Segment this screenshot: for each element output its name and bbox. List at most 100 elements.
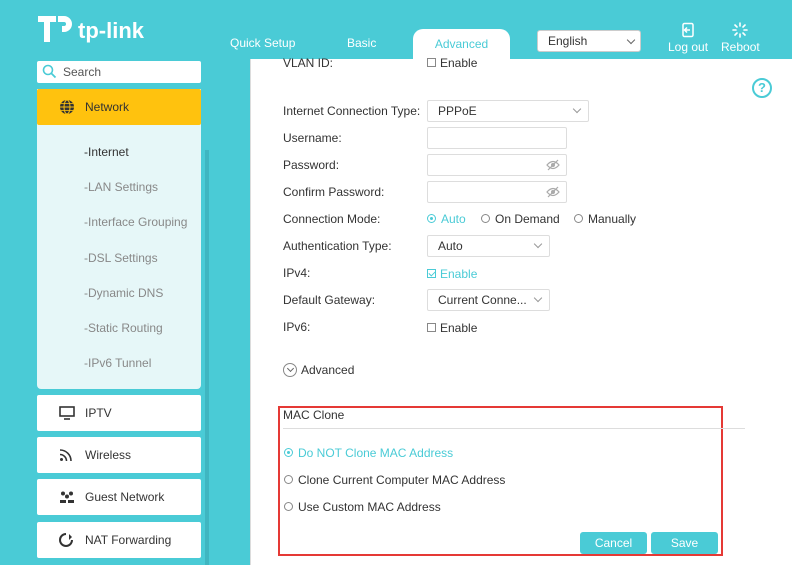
conn-type-select[interactable]: PPPoE — [427, 100, 589, 122]
gateway-value: Current Conne... — [438, 293, 527, 307]
tp-link-logo: tp-link — [36, 10, 146, 50]
conn-mode-on-demand-label: On Demand — [495, 212, 560, 226]
reboot-icon — [732, 22, 749, 38]
mac-no-clone-radio[interactable]: Do NOT Clone MAC Address — [284, 446, 453, 460]
sidebar-item-wireless[interactable]: Wireless — [37, 437, 201, 473]
ipv6-label: IPv6: — [283, 320, 311, 334]
advanced-toggle[interactable]: Advanced — [283, 362, 355, 378]
ipv6-enable-checkbox[interactable]: Enable — [427, 321, 477, 335]
search-icon — [42, 64, 57, 79]
radio-icon — [284, 475, 293, 485]
eye-off-icon[interactable] — [546, 159, 560, 171]
help-icon[interactable]: ? — [752, 78, 772, 98]
divider — [283, 428, 745, 429]
wifi-icon — [59, 449, 72, 462]
gateway-select[interactable]: Current Conne... — [427, 289, 550, 311]
checkbox-icon — [427, 58, 436, 68]
sidebar-item-network[interactable]: Network — [37, 89, 201, 125]
confirm-password-label: Confirm Password: — [283, 185, 385, 199]
logout-button[interactable]: Log out — [668, 22, 708, 54]
sidebar-item-label: Wireless — [85, 448, 132, 462]
sidebar-item-label: NAT Forwarding — [85, 533, 172, 547]
mac-clone-title: MAC Clone — [283, 408, 345, 422]
tab-quick-setup[interactable]: Quick Setup — [230, 36, 295, 50]
language-select[interactable]: English — [537, 30, 641, 52]
chevron-down-icon — [533, 239, 543, 249]
vlan-enable-checkbox[interactable]: Enable — [427, 56, 477, 70]
conn-mode-auto-radio[interactable]: Auto — [427, 212, 466, 226]
save-button[interactable]: Save — [651, 532, 718, 554]
search-input[interactable]: Search — [37, 61, 201, 83]
sidebar-item-nat-forwarding[interactable]: NAT Forwarding — [37, 522, 201, 558]
checkbox-icon — [427, 323, 436, 333]
conn-mode-auto-label: Auto — [441, 212, 466, 226]
mac-clone-current-radio[interactable]: Clone Current Computer MAC Address — [284, 473, 505, 487]
auth-type-select[interactable]: Auto — [427, 235, 550, 257]
conn-mode-manually-label: Manually — [588, 212, 637, 226]
help-band — [748, 59, 792, 565]
sidebar-sub-lan-settings[interactable]: -LAN Settings — [84, 180, 158, 194]
sidebar-sub-dsl-settings[interactable]: -DSL Settings — [84, 251, 158, 265]
ipv4-enable-checkbox[interactable]: Enable — [427, 267, 477, 281]
chevron-down-circle-icon — [283, 362, 297, 377]
reboot-label: Reboot — [721, 40, 760, 54]
sidebar-sub-internet[interactable]: -Internet — [84, 145, 129, 159]
sidebar-item-iptv[interactable]: IPTV — [37, 395, 201, 431]
radio-icon — [481, 214, 490, 224]
sidebar-item-label: Network — [85, 100, 130, 114]
ipv4-enable-label: Enable — [440, 267, 478, 281]
tab-advanced[interactable]: Advanced — [413, 29, 510, 59]
search-placeholder: Search — [63, 65, 102, 79]
username-label: Username: — [283, 131, 342, 145]
tv-icon — [59, 406, 75, 420]
brand-text: tp-link — [78, 18, 144, 43]
auth-type-label: Authentication Type: — [283, 239, 392, 253]
conn-mode-on-demand-radio[interactable]: On Demand — [481, 212, 560, 226]
username-field[interactable] — [427, 127, 567, 149]
ipv4-label: IPv4: — [283, 266, 311, 280]
confirm-password-field[interactable] — [427, 181, 567, 203]
chevron-down-icon — [572, 104, 582, 114]
auth-type-value: Auto — [438, 239, 463, 253]
mac-option-label: Do NOT Clone MAC Address — [298, 446, 454, 460]
conn-type-value: PPPoE — [438, 104, 477, 118]
globe-icon — [60, 99, 74, 115]
sidebar-scrollbar[interactable] — [205, 150, 209, 565]
chevron-down-icon — [533, 293, 543, 303]
mac-custom-radio[interactable]: Use Custom MAC Address — [284, 500, 441, 514]
sidebar-sub-ipv6-tunnel[interactable]: -IPv6 Tunnel — [84, 356, 151, 370]
conn-type-label: Internet Connection Type: — [283, 104, 421, 118]
password-field[interactable] — [427, 154, 567, 176]
checkbox-checked-icon — [427, 269, 436, 279]
sidebar-item-label: IPTV — [85, 406, 112, 420]
language-value: English — [548, 34, 588, 48]
logout-icon — [682, 22, 694, 38]
reboot-button[interactable]: Reboot — [721, 22, 760, 54]
sidebar-sub-interface-grouping[interactable]: -Interface Grouping — [84, 215, 187, 229]
mac-option-label: Clone Current Computer MAC Address — [298, 473, 506, 487]
gateway-label: Default Gateway: — [283, 293, 376, 307]
vlan-label: VLAN ID: — [283, 56, 334, 70]
sidebar-item-label: Guest Network — [85, 490, 165, 504]
nat-icon — [59, 533, 73, 547]
sidebar-sub-dynamic-dns[interactable]: -Dynamic DNS — [84, 286, 163, 300]
password-label: Password: — [283, 158, 340, 172]
sidebar-sub-static-routing[interactable]: -Static Routing — [84, 321, 163, 335]
tp-link-logo-icon — [38, 16, 72, 42]
cancel-button[interactable]: Cancel — [580, 532, 647, 554]
radio-icon — [574, 214, 583, 224]
chevron-down-icon — [626, 35, 636, 45]
sidebar-item-guest-network[interactable]: Guest Network — [37, 479, 201, 515]
eye-off-icon[interactable] — [546, 186, 560, 198]
logout-label: Log out — [668, 40, 709, 54]
conn-mode-manually-radio[interactable]: Manually — [574, 212, 636, 226]
mac-option-label: Use Custom MAC Address — [298, 500, 441, 514]
vlan-enable-label: Enable — [440, 56, 478, 70]
radio-icon — [427, 214, 436, 224]
network-submenu — [37, 89, 201, 389]
tab-basic[interactable]: Basic — [347, 36, 376, 50]
ipv6-enable-label: Enable — [440, 321, 478, 335]
radio-icon — [284, 448, 293, 458]
advanced-label: Advanced — [301, 363, 355, 377]
radio-icon — [284, 502, 293, 512]
